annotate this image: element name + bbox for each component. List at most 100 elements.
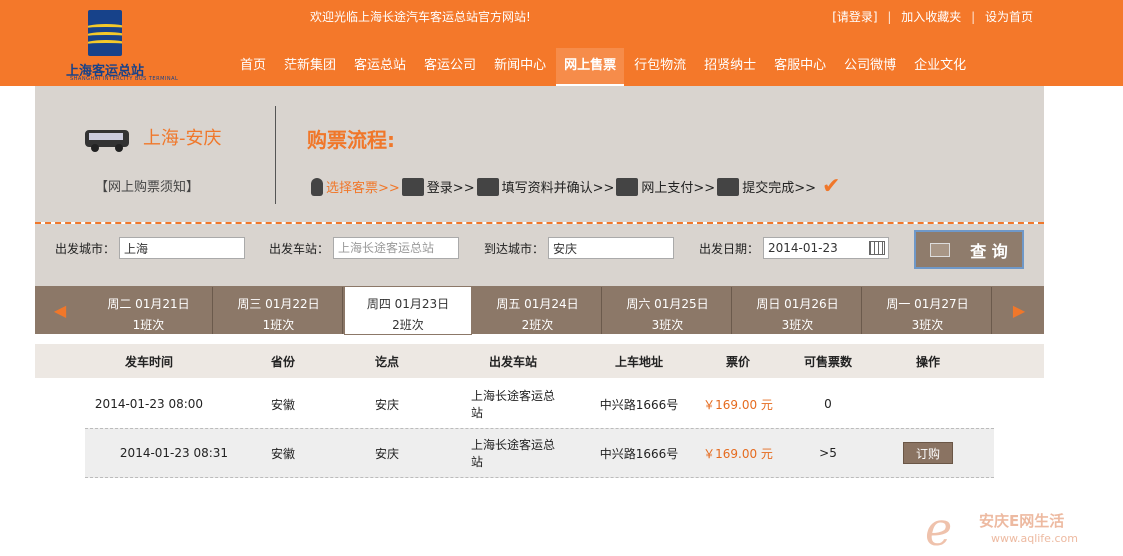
date-input-wrap xyxy=(759,237,890,259)
column-header: 操作 xyxy=(915,354,940,369)
divider xyxy=(275,106,276,204)
site-header: 上海客运总站 SHANGHAI INTERCITY BUS TERMINAL 欢… xyxy=(0,0,1123,86)
purchase-steps: 选择客票>> 登录>> 填写资料并确认>> 网上支付>> 提交完成>> ✔ xyxy=(311,174,840,199)
logo-subtitle: SHANGHAI INTERCITY BUS TERMINAL xyxy=(70,76,179,82)
id-card-icon xyxy=(930,242,951,257)
ticket-icon xyxy=(311,177,323,196)
calendar-icon[interactable] xyxy=(869,241,886,255)
nav-item-company[interactable]: 客运公司 xyxy=(416,48,484,86)
cell-station: 上海长途客运总站 xyxy=(471,389,556,420)
step-login: 登录>> xyxy=(401,177,475,196)
date-tab-count: 2班次 xyxy=(521,318,554,332)
cell-destination: 安庆 xyxy=(374,397,399,412)
order-button[interactable]: 订购 xyxy=(903,442,953,464)
cell-tickets: >5 xyxy=(819,446,837,460)
date-tab[interactable]: 周六 01月25日 3班次 xyxy=(604,287,732,334)
date-tab-day: 周一 01月27日 xyxy=(886,297,969,311)
add-favorite-link[interactable]: 加入收藏夹 xyxy=(901,10,961,24)
date-tab-count: 1班次 xyxy=(262,318,295,332)
purchase-notice-link[interactable]: 【网上购票须知】 xyxy=(95,176,199,195)
date-tabs: ◀ 周二 01月21日 1班次 周三 01月22日 1班次 周四 01月23日 2班次… xyxy=(35,286,1044,335)
date-tab[interactable]: 周二 01月21日 1班次 xyxy=(85,287,213,334)
from-city-input[interactable] xyxy=(119,237,246,259)
column-header: 票价 xyxy=(725,354,750,369)
payment-icon xyxy=(616,177,639,196)
step-label: 登录>> xyxy=(426,181,475,196)
query-button[interactable]: 查 询 xyxy=(914,230,1024,269)
nav-item-news[interactable]: 新闻中心 xyxy=(486,48,554,86)
welcome-text: 欢迎光临上海长途汽车客运总站官方网站! xyxy=(310,10,531,24)
separator: | xyxy=(971,10,976,24)
top-bar: 欢迎光临上海长途汽车客运总站官方网站! [请登录] | 加入收藏夹 | 设为首页 xyxy=(0,0,1123,30)
table-row: 2014-01-23 08:31 安徽 安庆 上海长途客运总站 中兴路1666号… xyxy=(85,428,994,478)
from-station-field: 出发车站： xyxy=(269,237,460,259)
from-station-input[interactable] xyxy=(333,237,460,259)
form-icon xyxy=(476,177,499,196)
separator: | xyxy=(887,10,892,24)
date-tab-day: 周六 01月25日 xyxy=(626,297,709,311)
from-city-field: 出发城市： xyxy=(55,237,246,259)
nav-item-terminal[interactable]: 客运总站 xyxy=(346,48,414,86)
watermark-url: www.aqlife.com xyxy=(991,532,1078,545)
ticket-panel: 上海-安庆 【网上购票须知】 购票流程: 选择客票>> 登录>> 填写资料并确认… xyxy=(35,86,1044,556)
cell-station: 上海长途客运总站 xyxy=(471,438,556,469)
main-nav: 首页 茫新集团 客运总站 客运公司 新闻中心 网上售票 行包物流 招贤纳士 客服… xyxy=(232,48,976,86)
date-label: 出发日期： xyxy=(699,241,760,256)
cell-tickets: 0 xyxy=(824,397,832,411)
nav-item-logistics[interactable]: 行包物流 xyxy=(626,48,694,86)
nav-item-service[interactable]: 客服中心 xyxy=(766,48,834,86)
column-header: 讫点 xyxy=(374,354,399,369)
schedule-table-header: 发车时间 省份 讫点 出发车站 上车地址 票价 可售票数 操作 xyxy=(35,344,1044,378)
date-field: 出发日期： xyxy=(699,237,890,259)
cell-address: 中兴路1666号 xyxy=(599,446,679,461)
route-title: 上海-安庆 xyxy=(143,128,222,149)
nav-item-online-tickets[interactable]: 网上售票 xyxy=(556,48,625,86)
step-label: 网上支付>> xyxy=(641,181,716,196)
thumbs-up-icon xyxy=(717,177,740,196)
column-header: 省份 xyxy=(270,354,295,369)
date-tab[interactable]: 周三 01月22日 1班次 xyxy=(215,287,343,334)
cell-destination: 安庆 xyxy=(374,446,399,461)
table-row: 2014-01-23 08:00 安徽 安庆 上海长途客运总站 中兴路1666号… xyxy=(35,379,1044,429)
nav-item-culture[interactable]: 企业文化 xyxy=(906,48,974,86)
watermark-title: 安庆E网生活 xyxy=(979,512,1065,530)
step-select-ticket: 选择客票>> xyxy=(311,177,400,196)
date-tab-selected[interactable]: 周四 01月23日 2班次 xyxy=(344,286,472,335)
date-tab-day: 周日 01月26日 xyxy=(756,297,839,311)
login-link[interactable]: [请登录] xyxy=(832,10,877,24)
nav-item-home[interactable]: 首页 xyxy=(232,48,274,86)
column-header: 发车时间 xyxy=(124,354,173,369)
watermark-logo: e 安庆E网生活 www.aqlife.com xyxy=(925,500,1115,556)
step-label: 选择客票>> xyxy=(326,181,400,196)
step-label: 提交完成>> xyxy=(742,181,816,196)
step-pay: 网上支付>> xyxy=(616,177,715,196)
watermark-e-mark: e xyxy=(925,502,953,556)
to-city-input[interactable] xyxy=(548,237,675,259)
date-tab[interactable]: 周五 01月24日 2班次 xyxy=(474,287,602,334)
date-tab-day: 周四 01月23日 xyxy=(366,297,450,311)
user-icon xyxy=(401,177,424,196)
date-tab[interactable]: 周一 01月27日 3班次 xyxy=(864,287,992,334)
next-week-arrow-icon[interactable]: ▶ xyxy=(994,286,1044,334)
cell-address: 中兴路1666号 xyxy=(599,397,679,412)
from-city-label: 出发城市： xyxy=(55,241,116,256)
top-links: [请登录] | 加入收藏夹 | 设为首页 xyxy=(826,8,1033,25)
date-tab-day: 周五 01月24日 xyxy=(496,297,579,311)
cell-time: 2014-01-23 08:00 xyxy=(94,397,204,411)
prev-week-arrow-icon[interactable]: ◀ xyxy=(35,286,85,334)
step-label: 填写资料并确认>> xyxy=(501,181,615,196)
date-tab-count: 3班次 xyxy=(781,318,814,332)
date-tab-day: 周三 01月22日 xyxy=(237,297,320,311)
intro-section: 上海-安庆 【网上购票须知】 购票流程: 选择客票>> 登录>> 填写资料并确认… xyxy=(35,86,1044,222)
checkmark-icon: ✔ xyxy=(821,174,841,199)
step-submit: 提交完成>> xyxy=(717,177,816,196)
cell-action xyxy=(903,379,953,429)
to-city-label: 到达城市： xyxy=(484,241,545,256)
nav-item-weibo[interactable]: 公司微博 xyxy=(836,48,904,86)
nav-item-careers[interactable]: 招贤纳士 xyxy=(696,48,764,86)
nav-item-group[interactable]: 茫新集团 xyxy=(276,48,344,86)
date-tab-count: 1班次 xyxy=(132,318,165,332)
date-tab[interactable]: 周日 01月26日 3班次 xyxy=(734,287,862,334)
set-homepage-link[interactable]: 设为首页 xyxy=(985,10,1033,24)
column-header: 出发车站 xyxy=(488,354,537,369)
